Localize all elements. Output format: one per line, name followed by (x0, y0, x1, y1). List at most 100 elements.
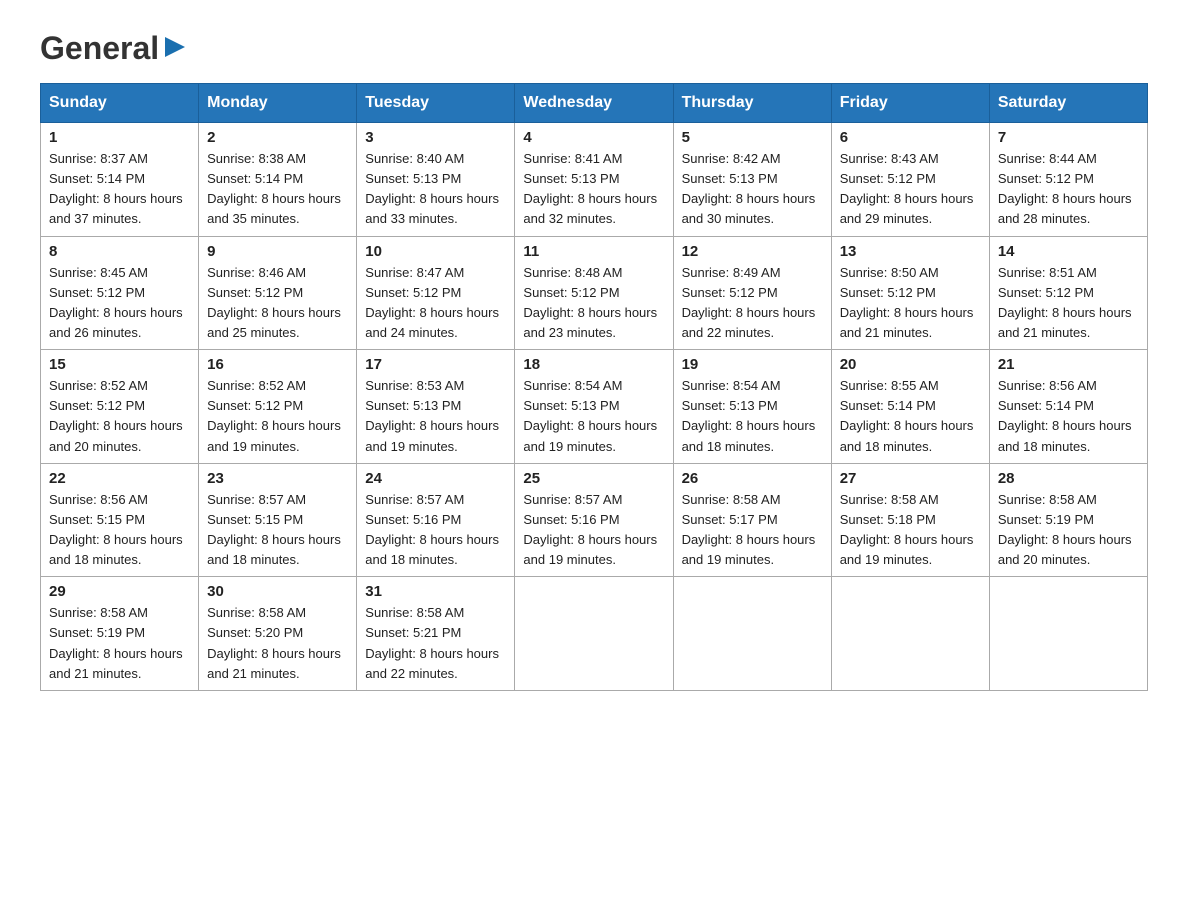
day-info: Sunrise: 8:45 AMSunset: 5:12 PMDaylight:… (49, 263, 190, 344)
day-number: 11 (523, 243, 664, 260)
day-number: 19 (682, 356, 823, 373)
day-info: Sunrise: 8:41 AMSunset: 5:13 PMDaylight:… (523, 149, 664, 230)
day-info: Sunrise: 8:37 AMSunset: 5:14 PMDaylight:… (49, 149, 190, 230)
day-number: 5 (682, 129, 823, 146)
calendar-week-5: 29 Sunrise: 8:58 AMSunset: 5:19 PMDayligh… (41, 577, 1148, 691)
calendar-cell: 22Sunrise: 8:56 AMSunset: 5:15 PMDayligh… (41, 463, 199, 577)
day-info: Sunrise: 8:58 AMSunset: 5:20 PMDaylight:… (207, 603, 348, 684)
calendar-cell: 30 Sunrise: 8:58 AMSunset: 5:20 PMDayligh… (199, 577, 357, 691)
day-number: 17 (365, 356, 506, 373)
calendar-cell: 18 Sunrise: 8:54 AMSunset: 5:13 PMDayligh… (515, 350, 673, 464)
day-info: Sunrise: 8:46 AMSunset: 5:12 PMDaylight:… (207, 263, 348, 344)
calendar-cell: 23 Sunrise: 8:57 AMSunset: 5:15 PMDayligh… (199, 463, 357, 577)
day-number: 22 (49, 470, 190, 487)
day-info: Sunrise: 8:57 AMSunset: 5:15 PMDaylight:… (207, 490, 348, 571)
logo: General (40, 30, 189, 63)
day-info: Sunrise: 8:57 AMSunset: 5:16 PMDaylight:… (523, 490, 664, 571)
day-number: 16 (207, 356, 348, 373)
calendar-cell: 21Sunrise: 8:56 AMSunset: 5:14 PMDayligh… (989, 350, 1147, 464)
calendar-week-1: 1Sunrise: 8:37 AMSunset: 5:14 PMDaylight… (41, 123, 1148, 237)
calendar-cell: 10 Sunrise: 8:47 AMSunset: 5:12 PMDayligh… (357, 236, 515, 350)
day-number: 6 (840, 129, 981, 146)
column-header-sunday: Sunday (41, 84, 199, 123)
day-info: Sunrise: 8:52 AMSunset: 5:12 PMDaylight:… (49, 376, 190, 457)
calendar-cell: 9Sunrise: 8:46 AMSunset: 5:12 PMDaylight… (199, 236, 357, 350)
day-info: Sunrise: 8:40 AMSunset: 5:13 PMDaylight:… (365, 149, 506, 230)
day-number: 20 (840, 356, 981, 373)
day-number: 24 (365, 470, 506, 487)
day-info: Sunrise: 8:42 AMSunset: 5:13 PMDaylight:… (682, 149, 823, 230)
column-header-saturday: Saturday (989, 84, 1147, 123)
column-header-monday: Monday (199, 84, 357, 123)
day-info: Sunrise: 8:54 AMSunset: 5:13 PMDaylight:… (682, 376, 823, 457)
calendar-cell: 2 Sunrise: 8:38 AMSunset: 5:14 PMDaylight… (199, 123, 357, 237)
page-header: General (40, 30, 1148, 63)
calendar-week-4: 22Sunrise: 8:56 AMSunset: 5:15 PMDayligh… (41, 463, 1148, 577)
day-number: 29 (49, 583, 190, 600)
day-info: Sunrise: 8:57 AMSunset: 5:16 PMDaylight:… (365, 490, 506, 571)
day-info: Sunrise: 8:50 AMSunset: 5:12 PMDaylight:… (840, 263, 981, 344)
day-number: 15 (49, 356, 190, 373)
calendar-cell: 11 Sunrise: 8:48 AMSunset: 5:12 PMDayligh… (515, 236, 673, 350)
column-header-thursday: Thursday (673, 84, 831, 123)
day-info: Sunrise: 8:53 AMSunset: 5:13 PMDaylight:… (365, 376, 506, 457)
logo-general: General (40, 30, 159, 67)
column-header-tuesday: Tuesday (357, 84, 515, 123)
calendar-cell: 29 Sunrise: 8:58 AMSunset: 5:19 PMDayligh… (41, 577, 199, 691)
calendar-cell: 14Sunrise: 8:51 AMSunset: 5:12 PMDayligh… (989, 236, 1147, 350)
day-number: 27 (840, 470, 981, 487)
calendar-cell: 25 Sunrise: 8:57 AMSunset: 5:16 PMDayligh… (515, 463, 673, 577)
day-info: Sunrise: 8:49 AMSunset: 5:12 PMDaylight:… (682, 263, 823, 344)
day-info: Sunrise: 8:58 AMSunset: 5:21 PMDaylight:… (365, 603, 506, 684)
day-info: Sunrise: 8:56 AMSunset: 5:14 PMDaylight:… (998, 376, 1139, 457)
calendar-cell: 28Sunrise: 8:58 AMSunset: 5:19 PMDayligh… (989, 463, 1147, 577)
calendar-cell (989, 577, 1147, 691)
calendar-cell: 4 Sunrise: 8:41 AMSunset: 5:13 PMDaylight… (515, 123, 673, 237)
calendar-cell: 1Sunrise: 8:37 AMSunset: 5:14 PMDaylight… (41, 123, 199, 237)
day-info: Sunrise: 8:48 AMSunset: 5:12 PMDaylight:… (523, 263, 664, 344)
day-number: 4 (523, 129, 664, 146)
calendar-cell: 17 Sunrise: 8:53 AMSunset: 5:13 PMDayligh… (357, 350, 515, 464)
calendar-cell: 27Sunrise: 8:58 AMSunset: 5:18 PMDayligh… (831, 463, 989, 577)
calendar-cell: 16 Sunrise: 8:52 AMSunset: 5:12 PMDayligh… (199, 350, 357, 464)
day-info: Sunrise: 8:58 AMSunset: 5:19 PMDaylight:… (998, 490, 1139, 571)
calendar-cell: 3 Sunrise: 8:40 AMSunset: 5:13 PMDaylight… (357, 123, 515, 237)
calendar-table: SundayMondayTuesdayWednesdayThursdayFrid… (40, 83, 1148, 691)
calendar-cell: 19 Sunrise: 8:54 AMSunset: 5:13 PMDayligh… (673, 350, 831, 464)
logo-triangle-icon (161, 33, 189, 61)
calendar-cell: 24 Sunrise: 8:57 AMSunset: 5:16 PMDayligh… (357, 463, 515, 577)
day-number: 25 (523, 470, 664, 487)
day-number: 23 (207, 470, 348, 487)
calendar-week-2: 8 Sunrise: 8:45 AMSunset: 5:12 PMDaylight… (41, 236, 1148, 350)
calendar-cell: 20 Sunrise: 8:55 AMSunset: 5:14 PMDayligh… (831, 350, 989, 464)
day-number: 13 (840, 243, 981, 260)
calendar-cell: 5 Sunrise: 8:42 AMSunset: 5:13 PMDaylight… (673, 123, 831, 237)
day-number: 7 (998, 129, 1139, 146)
day-number: 26 (682, 470, 823, 487)
calendar-week-3: 15 Sunrise: 8:52 AMSunset: 5:12 PMDayligh… (41, 350, 1148, 464)
day-info: Sunrise: 8:58 AMSunset: 5:19 PMDaylight:… (49, 603, 190, 684)
day-info: Sunrise: 8:52 AMSunset: 5:12 PMDaylight:… (207, 376, 348, 457)
day-number: 10 (365, 243, 506, 260)
day-number: 2 (207, 129, 348, 146)
column-header-friday: Friday (831, 84, 989, 123)
day-info: Sunrise: 8:44 AMSunset: 5:12 PMDaylight:… (998, 149, 1139, 230)
calendar-cell: 12Sunrise: 8:49 AMSunset: 5:12 PMDayligh… (673, 236, 831, 350)
day-info: Sunrise: 8:38 AMSunset: 5:14 PMDaylight:… (207, 149, 348, 230)
day-info: Sunrise: 8:55 AMSunset: 5:14 PMDaylight:… (840, 376, 981, 457)
calendar-cell: 6Sunrise: 8:43 AMSunset: 5:12 PMDaylight… (831, 123, 989, 237)
day-info: Sunrise: 8:54 AMSunset: 5:13 PMDaylight:… (523, 376, 664, 457)
calendar-cell: 15 Sunrise: 8:52 AMSunset: 5:12 PMDayligh… (41, 350, 199, 464)
day-info: Sunrise: 8:47 AMSunset: 5:12 PMDaylight:… (365, 263, 506, 344)
day-number: 3 (365, 129, 506, 146)
calendar-cell: 7 Sunrise: 8:44 AMSunset: 5:12 PMDaylight… (989, 123, 1147, 237)
day-number: 31 (365, 583, 506, 600)
calendar-cell: 31 Sunrise: 8:58 AMSunset: 5:21 PMDayligh… (357, 577, 515, 691)
day-info: Sunrise: 8:58 AMSunset: 5:17 PMDaylight:… (682, 490, 823, 571)
day-info: Sunrise: 8:51 AMSunset: 5:12 PMDaylight:… (998, 263, 1139, 344)
day-number: 8 (49, 243, 190, 260)
calendar-cell (831, 577, 989, 691)
day-number: 30 (207, 583, 348, 600)
column-header-wednesday: Wednesday (515, 84, 673, 123)
day-number: 18 (523, 356, 664, 373)
